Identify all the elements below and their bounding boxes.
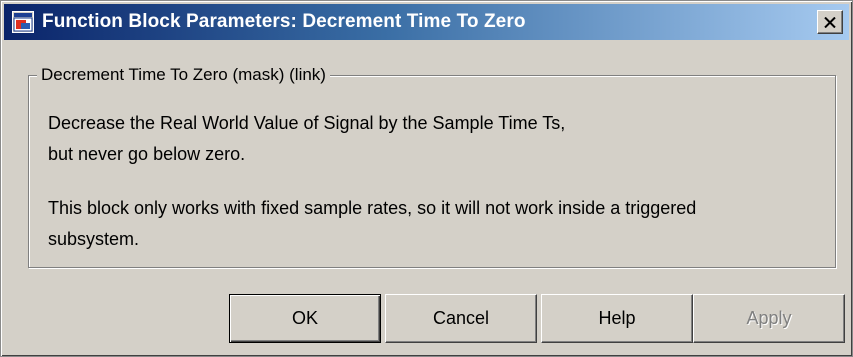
apply-button[interactable]: Apply xyxy=(693,294,845,343)
description-line: subsystem. xyxy=(48,229,140,249)
ok-button[interactable]: OK xyxy=(229,294,381,343)
description-line: This block only works with fixed sample … xyxy=(48,198,697,218)
simulink-block-icon xyxy=(12,11,34,33)
groupbox-legend: Decrement Time To Zero (mask) (link) xyxy=(37,65,330,85)
window-title: Function Block Parameters: Decrement Tim… xyxy=(42,11,526,32)
close-icon xyxy=(824,16,836,28)
description-groupbox xyxy=(28,75,836,268)
help-button[interactable]: Help xyxy=(541,294,693,343)
cancel-button[interactable]: Cancel xyxy=(385,294,537,343)
description-line: but never go below zero. xyxy=(48,144,246,164)
close-button[interactable] xyxy=(817,10,843,34)
dialog-window: Function Block Parameters: Decrement Tim… xyxy=(0,0,853,357)
description-line: Decrease the Real World Value of Signal … xyxy=(48,113,566,133)
title-bar[interactable]: Function Block Parameters: Decrement Tim… xyxy=(4,4,849,40)
